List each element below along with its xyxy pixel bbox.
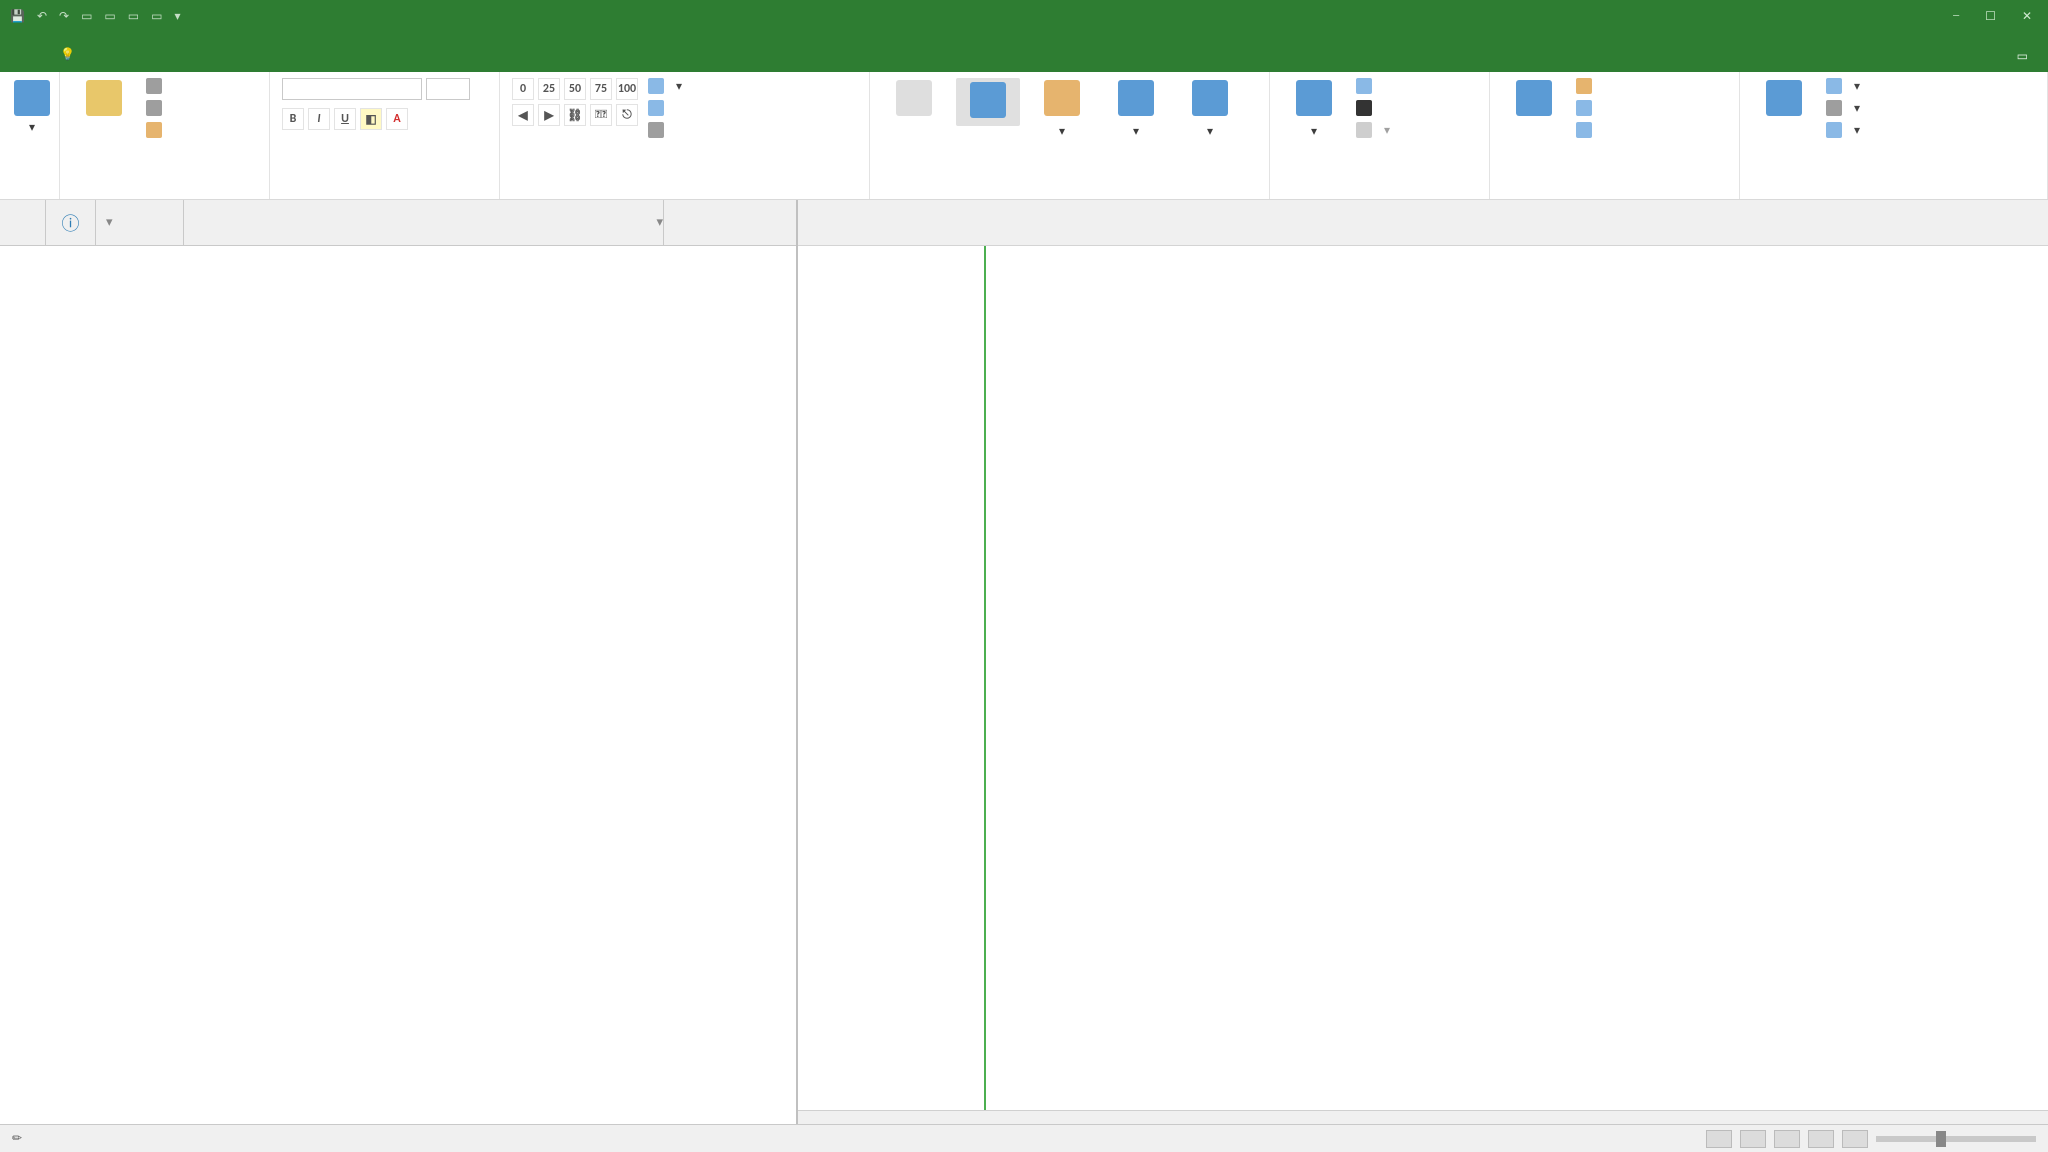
qat-more-icon[interactable]: ▾ [174, 9, 180, 24]
pct-50-button[interactable]: 50 [564, 78, 586, 100]
manually-schedule-button[interactable] [882, 78, 946, 122]
split-button[interactable]: ⎋ [616, 104, 638, 126]
pct-100-button[interactable]: 100 [616, 78, 638, 100]
task-name-column-header[interactable]: ▾ [184, 200, 664, 245]
close-icon[interactable]: ✕ [2022, 9, 2032, 24]
outdent-button[interactable]: ◀ [512, 104, 534, 126]
ribbon-tabs: 💡 ▭ [0, 32, 2048, 72]
quick-access-toolbar: 💾 ↶ ↷ ▭ ▭ ▭ ▭ ▾ [0, 9, 190, 24]
notes-button[interactable] [1576, 78, 1598, 94]
ribbon-display-icon[interactable]: ▭ [2017, 49, 2028, 64]
properties-group [1490, 72, 1740, 199]
minimize-icon[interactable]: ─ [1953, 9, 1959, 24]
new-tasks-mode[interactable]: ✏ [12, 1131, 22, 1146]
status-bar: ✏ [0, 1124, 2048, 1152]
window-controls: ─ ☐ ✕ [1937, 9, 2048, 24]
tasks-group: ▾ ▾ ▾ [870, 72, 1270, 199]
move-button[interactable]: ▾ [1104, 78, 1168, 141]
editing-group: ▾ ▾ ▾ [1740, 72, 2048, 199]
add-to-timeline-button[interactable] [1576, 122, 1598, 138]
qat-icon[interactable]: ▭ [128, 9, 139, 24]
timeline-header [798, 200, 2048, 246]
indent-button[interactable]: ▶ [538, 104, 560, 126]
deliverable-button[interactable]: ▾ [1356, 122, 1390, 138]
task-insert-button[interactable]: ▾ [1282, 78, 1346, 141]
copy-button[interactable] [146, 100, 168, 116]
auto-schedule-button[interactable] [956, 78, 1020, 126]
insert-group: ▾ ▾ [1270, 72, 1490, 199]
view-button[interactable] [1842, 1130, 1868, 1148]
paste-button[interactable] [72, 78, 136, 122]
ribbon: ▾ B I U ◧ A [0, 72, 2048, 200]
main-body [0, 246, 2048, 1126]
fill-color-button[interactable]: ◧ [360, 108, 382, 130]
underline-button[interactable]: U [334, 108, 356, 130]
gantt-chart[interactable] [798, 246, 2048, 1126]
fill-button[interactable]: ▾ [1826, 122, 1860, 138]
task-table [0, 246, 798, 1126]
lightbulb-icon: 💡 [60, 47, 75, 62]
font-family-input[interactable] [282, 78, 422, 100]
pct-25-button[interactable]: 25 [538, 78, 560, 100]
manager-column-header[interactable] [664, 200, 796, 245]
inspect-button[interactable]: ▾ [1030, 78, 1094, 141]
font-group: B I U ◧ A [270, 72, 500, 199]
current-date-line [984, 246, 986, 1126]
zoom-slider[interactable] [1876, 1136, 2036, 1142]
redo-icon[interactable]: ↷ [59, 9, 69, 24]
view-button[interactable] [1774, 1130, 1800, 1148]
qat-icon[interactable]: ▭ [104, 9, 115, 24]
gantt-chart-button[interactable]: ▾ [12, 78, 52, 137]
summary-button[interactable] [1356, 78, 1390, 94]
qat-icon[interactable]: ▭ [81, 9, 92, 24]
view-button[interactable] [1706, 1130, 1732, 1148]
format-painter-button[interactable] [146, 122, 168, 138]
tell-me-search[interactable]: 💡 [60, 47, 81, 72]
link-button[interactable]: ⛓ [564, 104, 586, 126]
font-size-input[interactable] [426, 78, 470, 100]
italic-button[interactable]: I [308, 108, 330, 130]
respect-links-button[interactable] [648, 100, 682, 116]
inactivate-button[interactable] [648, 122, 682, 138]
indicator-column-header[interactable]: ⓘ [46, 200, 96, 245]
cut-button[interactable] [146, 78, 168, 94]
unlink-button[interactable]: ⛓̷ [590, 104, 612, 126]
task-mode-column-header[interactable]: ▾ [96, 200, 184, 245]
milestone-button[interactable] [1356, 100, 1390, 116]
pct-0-button[interactable]: 0 [512, 78, 534, 100]
view-button[interactable] [1740, 1130, 1766, 1148]
view-button[interactable] [1808, 1130, 1834, 1148]
table-column-headers: ⓘ ▾ ▾ [0, 200, 796, 246]
information-button[interactable] [1502, 78, 1566, 122]
schedule-group: 0 25 50 75 100 ◀ ▶ ⛓ ⛓̷ ⎋ ▾ [500, 72, 870, 199]
clear-button[interactable]: ▾ [1826, 100, 1860, 116]
find-button[interactable]: ▾ [1826, 78, 1860, 94]
bold-button[interactable]: B [282, 108, 304, 130]
maximize-icon[interactable]: ☐ [1985, 9, 1996, 24]
mark-on-track-button[interactable]: ▾ [648, 78, 682, 94]
qat-icon[interactable]: ▭ [151, 9, 162, 24]
save-icon[interactable]: 💾 [10, 9, 25, 24]
clipboard-group [60, 72, 270, 199]
title-bar: 💾 ↶ ↷ ▭ ▭ ▭ ▭ ▾ ─ ☐ ✕ [0, 0, 2048, 32]
scroll-to-task-button[interactable] [1752, 78, 1816, 122]
font-color-button[interactable]: A [386, 108, 408, 130]
details-button[interactable] [1576, 100, 1598, 116]
pct-75-button[interactable]: 75 [590, 78, 612, 100]
mode-button[interactable]: ▾ [1178, 78, 1242, 141]
undo-icon[interactable]: ↶ [37, 9, 47, 24]
